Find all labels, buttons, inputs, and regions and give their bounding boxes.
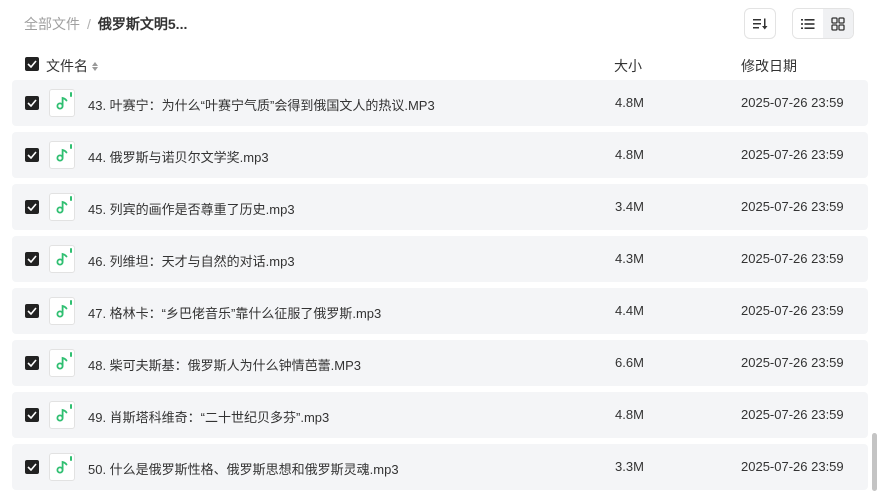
- music-note-icon: [56, 96, 68, 110]
- scrollbar-thumb[interactable]: [872, 433, 877, 491]
- row-checkbox[interactable]: [25, 148, 39, 162]
- file-browser: 全部文件 / 俄罗斯文明5... 文件名 大小 修改日期 43. 叶赛宁：为什么…: [0, 0, 878, 495]
- table-header: 文件名 大小 修改日期: [12, 50, 868, 78]
- check-icon: [27, 411, 37, 419]
- grid-view-button[interactable]: [823, 9, 853, 38]
- sort-arrows-icon: [92, 61, 98, 71]
- select-all-checkbox[interactable]: [25, 57, 39, 71]
- row-checkbox[interactable]: [25, 200, 39, 214]
- file-modified-date: 2025-07-26 23:59: [741, 251, 844, 266]
- check-icon: [27, 60, 37, 68]
- check-icon: [27, 255, 37, 263]
- breadcrumb: 全部文件 / 俄罗斯文明5...: [24, 14, 187, 34]
- file-modified-date: 2025-07-26 23:59: [741, 199, 844, 214]
- music-note-icon: [56, 200, 68, 214]
- file-row[interactable]: 49. 肖斯塔科维奇：“二十世纪贝多芬”.mp3 4.8M 2025-07-26…: [12, 392, 868, 438]
- audio-file-icon: [49, 193, 75, 221]
- file-row[interactable]: 44. 俄罗斯与诺贝尔文学奖.mp3 4.8M 2025-07-26 23:59: [12, 132, 868, 178]
- file-modified-date: 2025-07-26 23:59: [741, 459, 844, 474]
- file-name[interactable]: 50. 什么是俄罗斯性格、俄罗斯思想和俄罗斯灵魂.mp3: [88, 459, 399, 478]
- file-row[interactable]: 50. 什么是俄罗斯性格、俄罗斯思想和俄罗斯灵魂.mp3 3.3M 2025-0…: [12, 444, 868, 490]
- audio-file-icon: [49, 349, 75, 377]
- breadcrumb-root[interactable]: 全部文件: [24, 14, 80, 34]
- file-row[interactable]: 45. 列宾的画作是否尊重了历史.mp3 3.4M 2025-07-26 23:…: [12, 184, 868, 230]
- column-header-size[interactable]: 大小: [614, 56, 642, 76]
- file-size: 4.8M: [615, 95, 644, 110]
- file-name[interactable]: 43. 叶赛宁：为什么“叶赛宁气质”会得到俄国文人的热议.MP3: [88, 95, 435, 114]
- file-row[interactable]: 47. 格林卡：“乡巴佬音乐”靠什么征服了俄罗斯.mp3 4.4M 2025-0…: [12, 288, 868, 334]
- audio-file-icon: [49, 245, 75, 273]
- file-name[interactable]: 46. 列维坦：天才与自然的对话.mp3: [88, 251, 295, 270]
- row-checkbox[interactable]: [25, 96, 39, 110]
- file-name[interactable]: 49. 肖斯塔科维奇：“二十世纪贝多芬”.mp3: [88, 407, 329, 426]
- file-size: 4.3M: [615, 251, 644, 266]
- check-icon: [27, 99, 37, 107]
- file-modified-date: 2025-07-26 23:59: [741, 303, 844, 318]
- audio-file-icon: [49, 401, 75, 429]
- file-list: 43. 叶赛宁：为什么“叶赛宁气质”会得到俄国文人的热议.MP3 4.8M 20…: [12, 80, 868, 495]
- music-note-icon: [56, 148, 68, 162]
- check-icon: [27, 203, 37, 211]
- music-note-icon: [56, 252, 68, 266]
- row-checkbox[interactable]: [25, 252, 39, 266]
- file-size: 6.6M: [615, 355, 644, 370]
- file-size: 3.4M: [615, 199, 644, 214]
- file-row[interactable]: 48. 柴可夫斯基：俄罗斯人为什么钟情芭蕾.MP3 6.6M 2025-07-2…: [12, 340, 868, 386]
- breadcrumb-current: 俄罗斯文明5...: [97, 16, 188, 32]
- audio-file-icon: [49, 89, 75, 117]
- audio-file-icon: [49, 453, 75, 481]
- check-icon: [27, 307, 37, 315]
- music-note-icon: [56, 356, 68, 370]
- file-name[interactable]: 44. 俄罗斯与诺贝尔文学奖.mp3: [88, 147, 269, 166]
- row-checkbox[interactable]: [25, 408, 39, 422]
- file-size: 4.8M: [615, 407, 644, 422]
- row-checkbox[interactable]: [25, 460, 39, 474]
- list-view-icon: [801, 18, 815, 29]
- file-name[interactable]: 47. 格林卡：“乡巴佬音乐”靠什么征服了俄罗斯.mp3: [88, 303, 381, 322]
- file-row[interactable]: 43. 叶赛宁：为什么“叶赛宁气质”会得到俄国文人的热议.MP3 4.8M 20…: [12, 80, 868, 126]
- sort-button[interactable]: [744, 8, 776, 39]
- check-icon: [27, 359, 37, 367]
- grid-view-icon: [831, 16, 845, 31]
- file-name[interactable]: 48. 柴可夫斯基：俄罗斯人为什么钟情芭蕾.MP3: [88, 355, 361, 374]
- music-note-icon: [56, 460, 68, 474]
- file-name[interactable]: 45. 列宾的画作是否尊重了历史.mp3: [88, 199, 295, 218]
- file-modified-date: 2025-07-26 23:59: [741, 147, 844, 162]
- sort-lines-icon: [753, 18, 768, 29]
- file-size: 3.3M: [615, 459, 644, 474]
- file-row[interactable]: 46. 列维坦：天才与自然的对话.mp3 4.3M 2025-07-26 23:…: [12, 236, 868, 282]
- file-modified-date: 2025-07-26 23:59: [741, 407, 844, 422]
- music-note-icon: [56, 408, 68, 422]
- file-size: 4.4M: [615, 303, 644, 318]
- audio-file-icon: [49, 141, 75, 169]
- file-size: 4.8M: [615, 147, 644, 162]
- column-header-modified[interactable]: 修改日期: [741, 56, 797, 76]
- row-checkbox[interactable]: [25, 304, 39, 318]
- list-view-button[interactable]: [793, 9, 823, 38]
- row-checkbox[interactable]: [25, 356, 39, 370]
- column-header-name[interactable]: 文件名: [46, 56, 98, 76]
- audio-file-icon: [49, 297, 75, 325]
- column-header-name-label: 文件名: [46, 58, 88, 74]
- file-modified-date: 2025-07-26 23:59: [741, 355, 844, 370]
- music-note-icon: [56, 304, 68, 318]
- check-icon: [27, 463, 37, 471]
- check-icon: [27, 151, 37, 159]
- file-modified-date: 2025-07-26 23:59: [741, 95, 844, 110]
- breadcrumb-separator: /: [87, 16, 91, 32]
- view-toggle: [792, 8, 854, 39]
